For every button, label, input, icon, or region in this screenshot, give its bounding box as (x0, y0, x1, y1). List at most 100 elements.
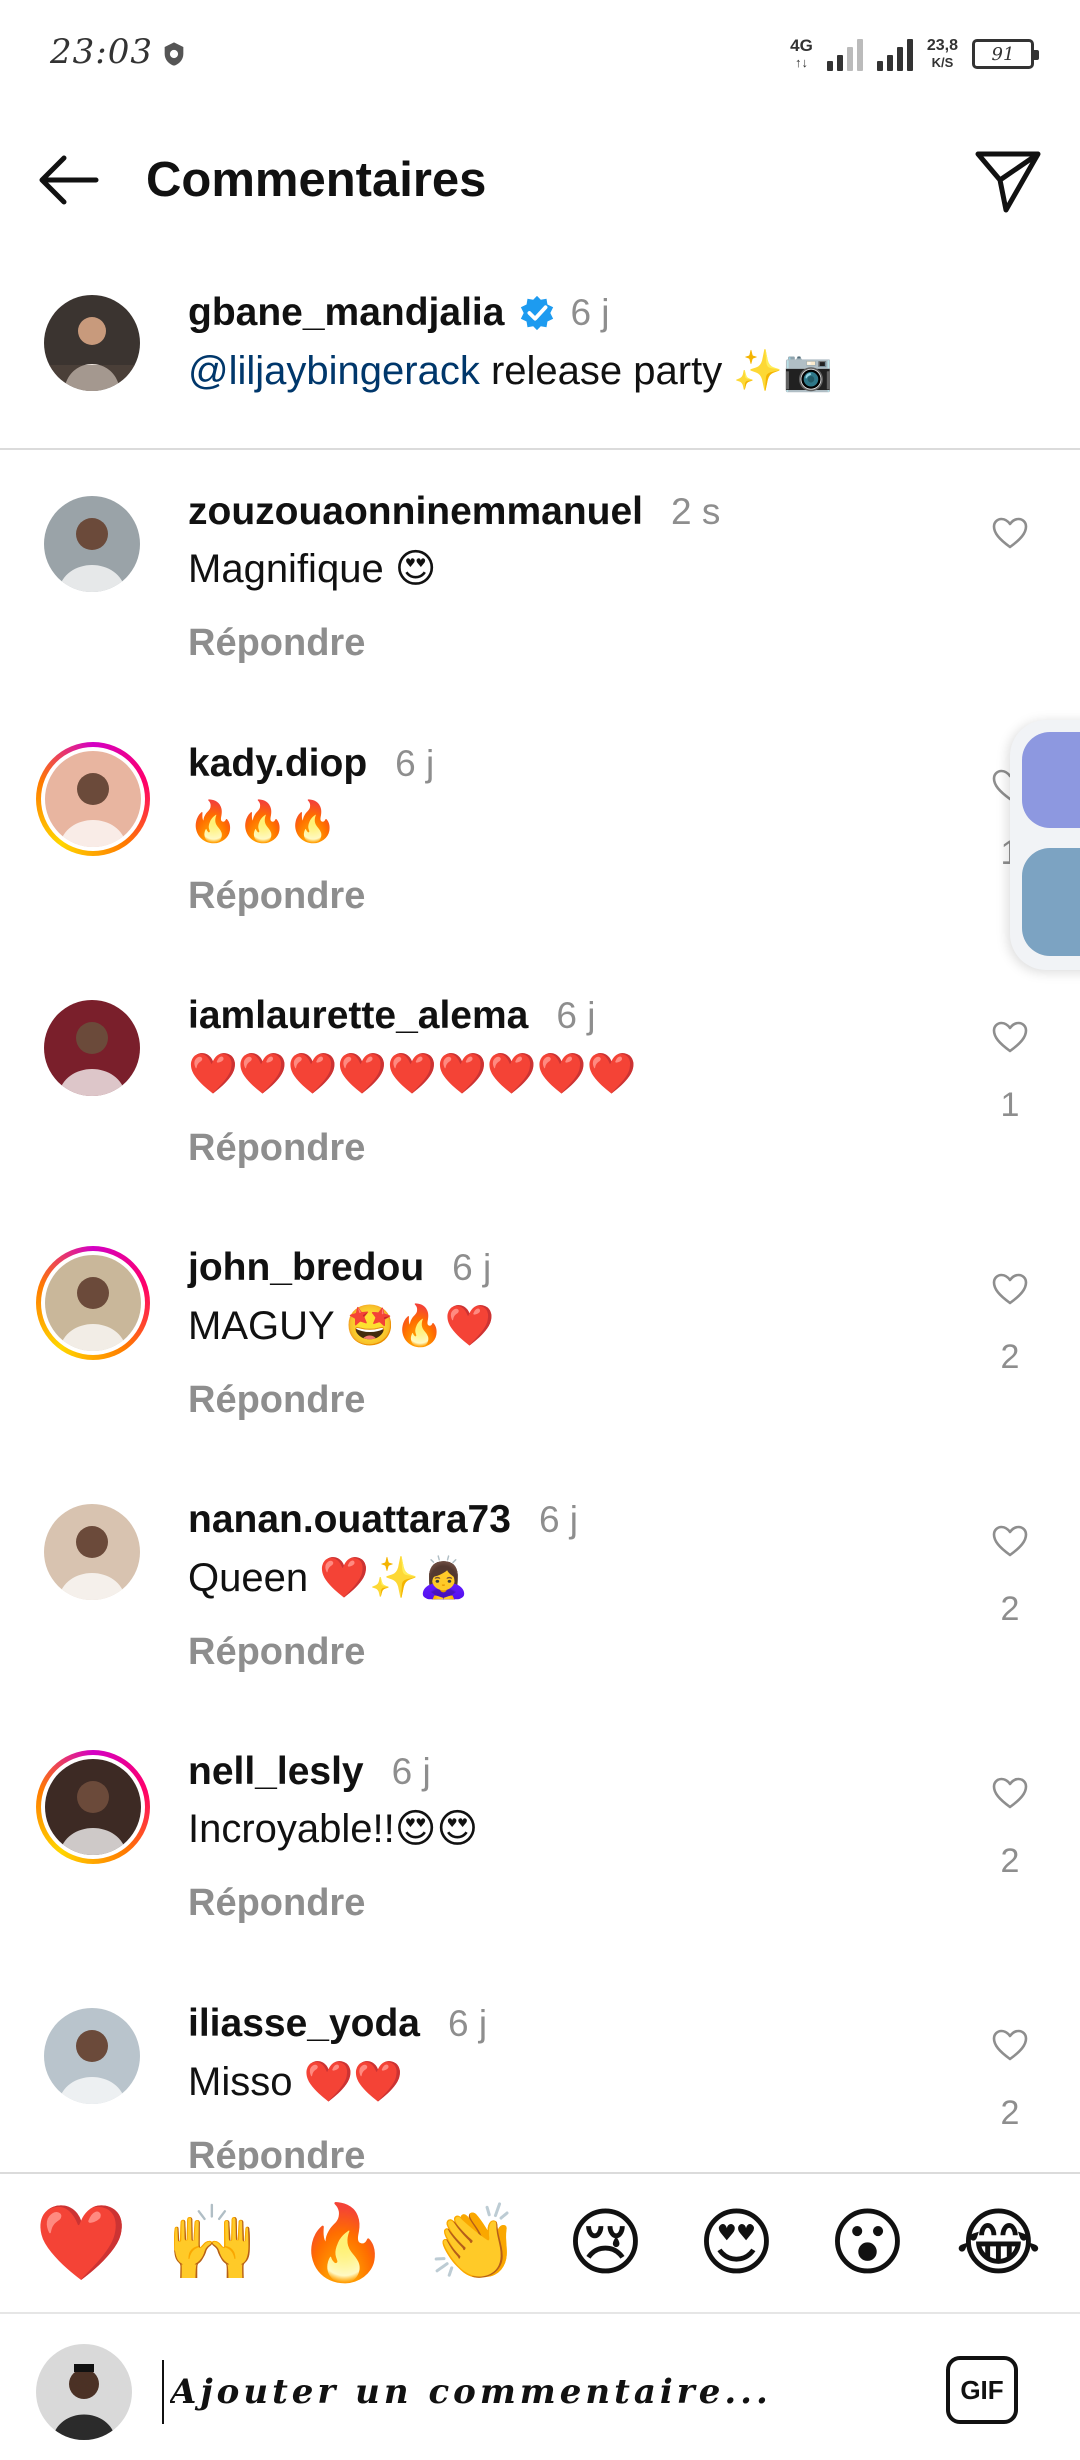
status-time: 23:03 (50, 32, 153, 72)
commenter-avatar[interactable] (36, 1750, 150, 1864)
like-count: 2 (1000, 1842, 1020, 1880)
comment-composer: GIF (0, 2316, 1080, 2460)
my-avatar (36, 2344, 132, 2440)
gif-button[interactable]: GIF (946, 2356, 1018, 2424)
network-speed: 23,8 K/S (926, 37, 958, 70)
heart-icon[interactable] (991, 1776, 1029, 1810)
heart-icon[interactable] (991, 1020, 1029, 1054)
mention-link[interactable]: @liljaybingerack (188, 349, 480, 393)
comment-row: nanan.ouattara73 6 j Queen ❤️✨🙇‍♀️ Répondre… (0, 1498, 1080, 1750)
quick-emoji-button[interactable]: 😢 (556, 2206, 656, 2280)
like-column: 1 (984, 1020, 1036, 1125)
quick-emoji-bar: ❤️ 🙌 🔥 👏 😢 😍 😮 😂 (0, 2172, 1080, 2314)
reply-button[interactable]: Répondre (188, 1631, 578, 1674)
shield-icon (164, 42, 184, 66)
comment-row: iamlaurette_alema 6 j ❤️❤️❤️❤️❤️❤️❤️❤️❤️ Ré… (0, 994, 1080, 1246)
quick-emoji-button[interactable]: 😮 (818, 2206, 918, 2280)
comment-time: 6 j (395, 743, 435, 784)
like-column: 2 (984, 1524, 1036, 1629)
signal-icon-secondary (876, 37, 913, 71)
share-send-icon[interactable] (972, 144, 1044, 216)
comments-list[interactable]: zouzouaonninemmanuel 2 s Magnifique 😍 Répon… (0, 490, 1080, 2170)
comment-text: 🔥🔥🔥 (188, 800, 338, 844)
commenter-avatar[interactable] (44, 1000, 140, 1096)
like-column: 2 (984, 1272, 1036, 1377)
caption-avatar[interactable] (44, 295, 140, 391)
commenter-avatar[interactable] (44, 2008, 140, 2104)
quick-emoji-button[interactable]: 😂 (949, 2206, 1049, 2280)
battery-icon: 91 (972, 39, 1039, 69)
reply-button[interactable]: Répondre (188, 875, 434, 918)
commenter-avatar[interactable] (44, 496, 140, 592)
comment-username[interactable]: kady.diop (188, 742, 367, 786)
quick-emoji-button[interactable]: 🔥 (294, 2206, 394, 2280)
caption-username[interactable]: gbane_mandjalia (188, 291, 504, 335)
status-bar: 23:03 4G ↑↓ 23,8 K/S 91 (0, 0, 1080, 110)
like-count: 2 (1000, 2094, 1020, 2132)
like-count: 2 (1000, 1338, 1020, 1376)
like-column: 2 (984, 2028, 1036, 2133)
post-caption: gbane_mandjalia 6 j @liljaybingerack rel… (0, 285, 1080, 450)
comment-input[interactable] (162, 2360, 862, 2424)
floating-overlay-bubble[interactable] (1010, 720, 1080, 970)
reply-button[interactable]: Répondre (188, 2135, 487, 2170)
caption-text: @liljaybingerack release party ✨📷 (188, 349, 833, 393)
comment-time: 6 j (391, 1751, 431, 1792)
comment-username[interactable]: iliasse_yoda (188, 2002, 420, 2046)
quick-emoji-button[interactable]: 👏 (425, 2206, 525, 2280)
comment-text: Misso ❤️❤️ (188, 2060, 404, 2104)
like-column: 2 (984, 1776, 1036, 1881)
comment-body: iamlaurette_alema 6 j ❤️❤️❤️❤️❤️❤️❤️❤️❤️ Ré… (188, 994, 636, 1170)
network-type: 4G ↑↓ (790, 36, 813, 70)
like-column (984, 516, 1036, 582)
comment-body: john_bredou 6 j MAGUY 🤩🔥❤️ Répondre (188, 1246, 494, 1422)
comment-row: nell_lesly 6 j Incroyable!!😍😍 Répondre 2 (0, 1750, 1080, 2002)
comment-text: MAGUY 🤩🔥❤️ (188, 1304, 495, 1348)
status-indicators: 4G ↑↓ 23,8 K/S 91 (790, 32, 1039, 76)
quick-emoji-button[interactable]: 😍 (687, 2206, 787, 2280)
signal-icon (826, 37, 863, 71)
comment-text: Queen ❤️✨🙇‍♀️ (188, 1556, 469, 1600)
like-count: 1 (1000, 1086, 1020, 1124)
reply-button[interactable]: Répondre (188, 622, 720, 665)
back-arrow-icon[interactable] (34, 148, 106, 212)
like-count: 2 (1000, 1590, 1020, 1628)
comment-row: iliasse_yoda 6 j Misso ❤️❤️ Répondre 2 (0, 2002, 1080, 2170)
comment-username[interactable]: john_bredou (188, 1246, 424, 1290)
comment-username[interactable]: nell_lesly (188, 1750, 364, 1794)
comment-body: zouzouaonninemmanuel 2 s Magnifique 😍 Répon… (188, 490, 720, 665)
caption-time: 6 j (570, 292, 610, 333)
overlay-fish-icon[interactable] (1022, 848, 1080, 956)
comment-row: john_bredou 6 j MAGUY 🤩🔥❤️ Répondre 2 (0, 1246, 1080, 1498)
comment-body: iliasse_yoda 6 j Misso ❤️❤️ Répondre (188, 2002, 487, 2170)
heart-icon[interactable] (991, 2028, 1029, 2062)
commenter-avatar[interactable] (44, 1504, 140, 1600)
comment-username[interactable]: zouzouaonninemmanuel (188, 490, 643, 534)
comment-time: 2 s (671, 491, 721, 532)
comment-time: 6 j (452, 1247, 492, 1288)
comment-body: kady.diop 6 j 🔥🔥🔥 Répondre (188, 742, 434, 918)
comment-body: nanan.ouattara73 6 j Queen ❤️✨🙇‍♀️ Répondre (188, 1498, 578, 1674)
heart-icon[interactable] (991, 516, 1029, 550)
comment-text: Magnifique 😍 (188, 547, 437, 591)
heart-icon[interactable] (991, 1524, 1029, 1558)
quick-emoji-button[interactable]: ❤️ (32, 2206, 132, 2280)
comment-username[interactable]: nanan.ouattara73 (188, 1498, 511, 1542)
reply-button[interactable]: Répondre (188, 1127, 636, 1170)
commenter-avatar[interactable] (36, 1246, 150, 1360)
caption-content: gbane_mandjalia 6 j @liljaybingerack rel… (188, 291, 833, 394)
comment-row: kady.diop6 j🔥🔥🔥Répondre1 (0, 742, 1080, 994)
overlay-app-icon[interactable] (1022, 732, 1080, 828)
comment-text: Incroyable!!😍😍 (188, 1807, 479, 1851)
comment-username[interactable]: iamlaurette_alema (188, 994, 528, 1038)
comment-text: ❤️❤️❤️❤️❤️❤️❤️❤️❤️ (188, 1052, 637, 1096)
heart-icon[interactable] (991, 1272, 1029, 1306)
quick-emoji-button[interactable]: 🙌 (163, 2206, 263, 2280)
commenter-avatar[interactable] (36, 742, 150, 856)
comment-time: 6 j (556, 995, 596, 1036)
comment-body: nell_lesly 6 j Incroyable!!😍😍 Répondre (188, 1750, 478, 1925)
page-title: Commentaires (146, 153, 487, 207)
verified-badge-icon (521, 295, 554, 331)
reply-button[interactable]: Répondre (188, 1379, 494, 1422)
reply-button[interactable]: Répondre (188, 1882, 478, 1925)
